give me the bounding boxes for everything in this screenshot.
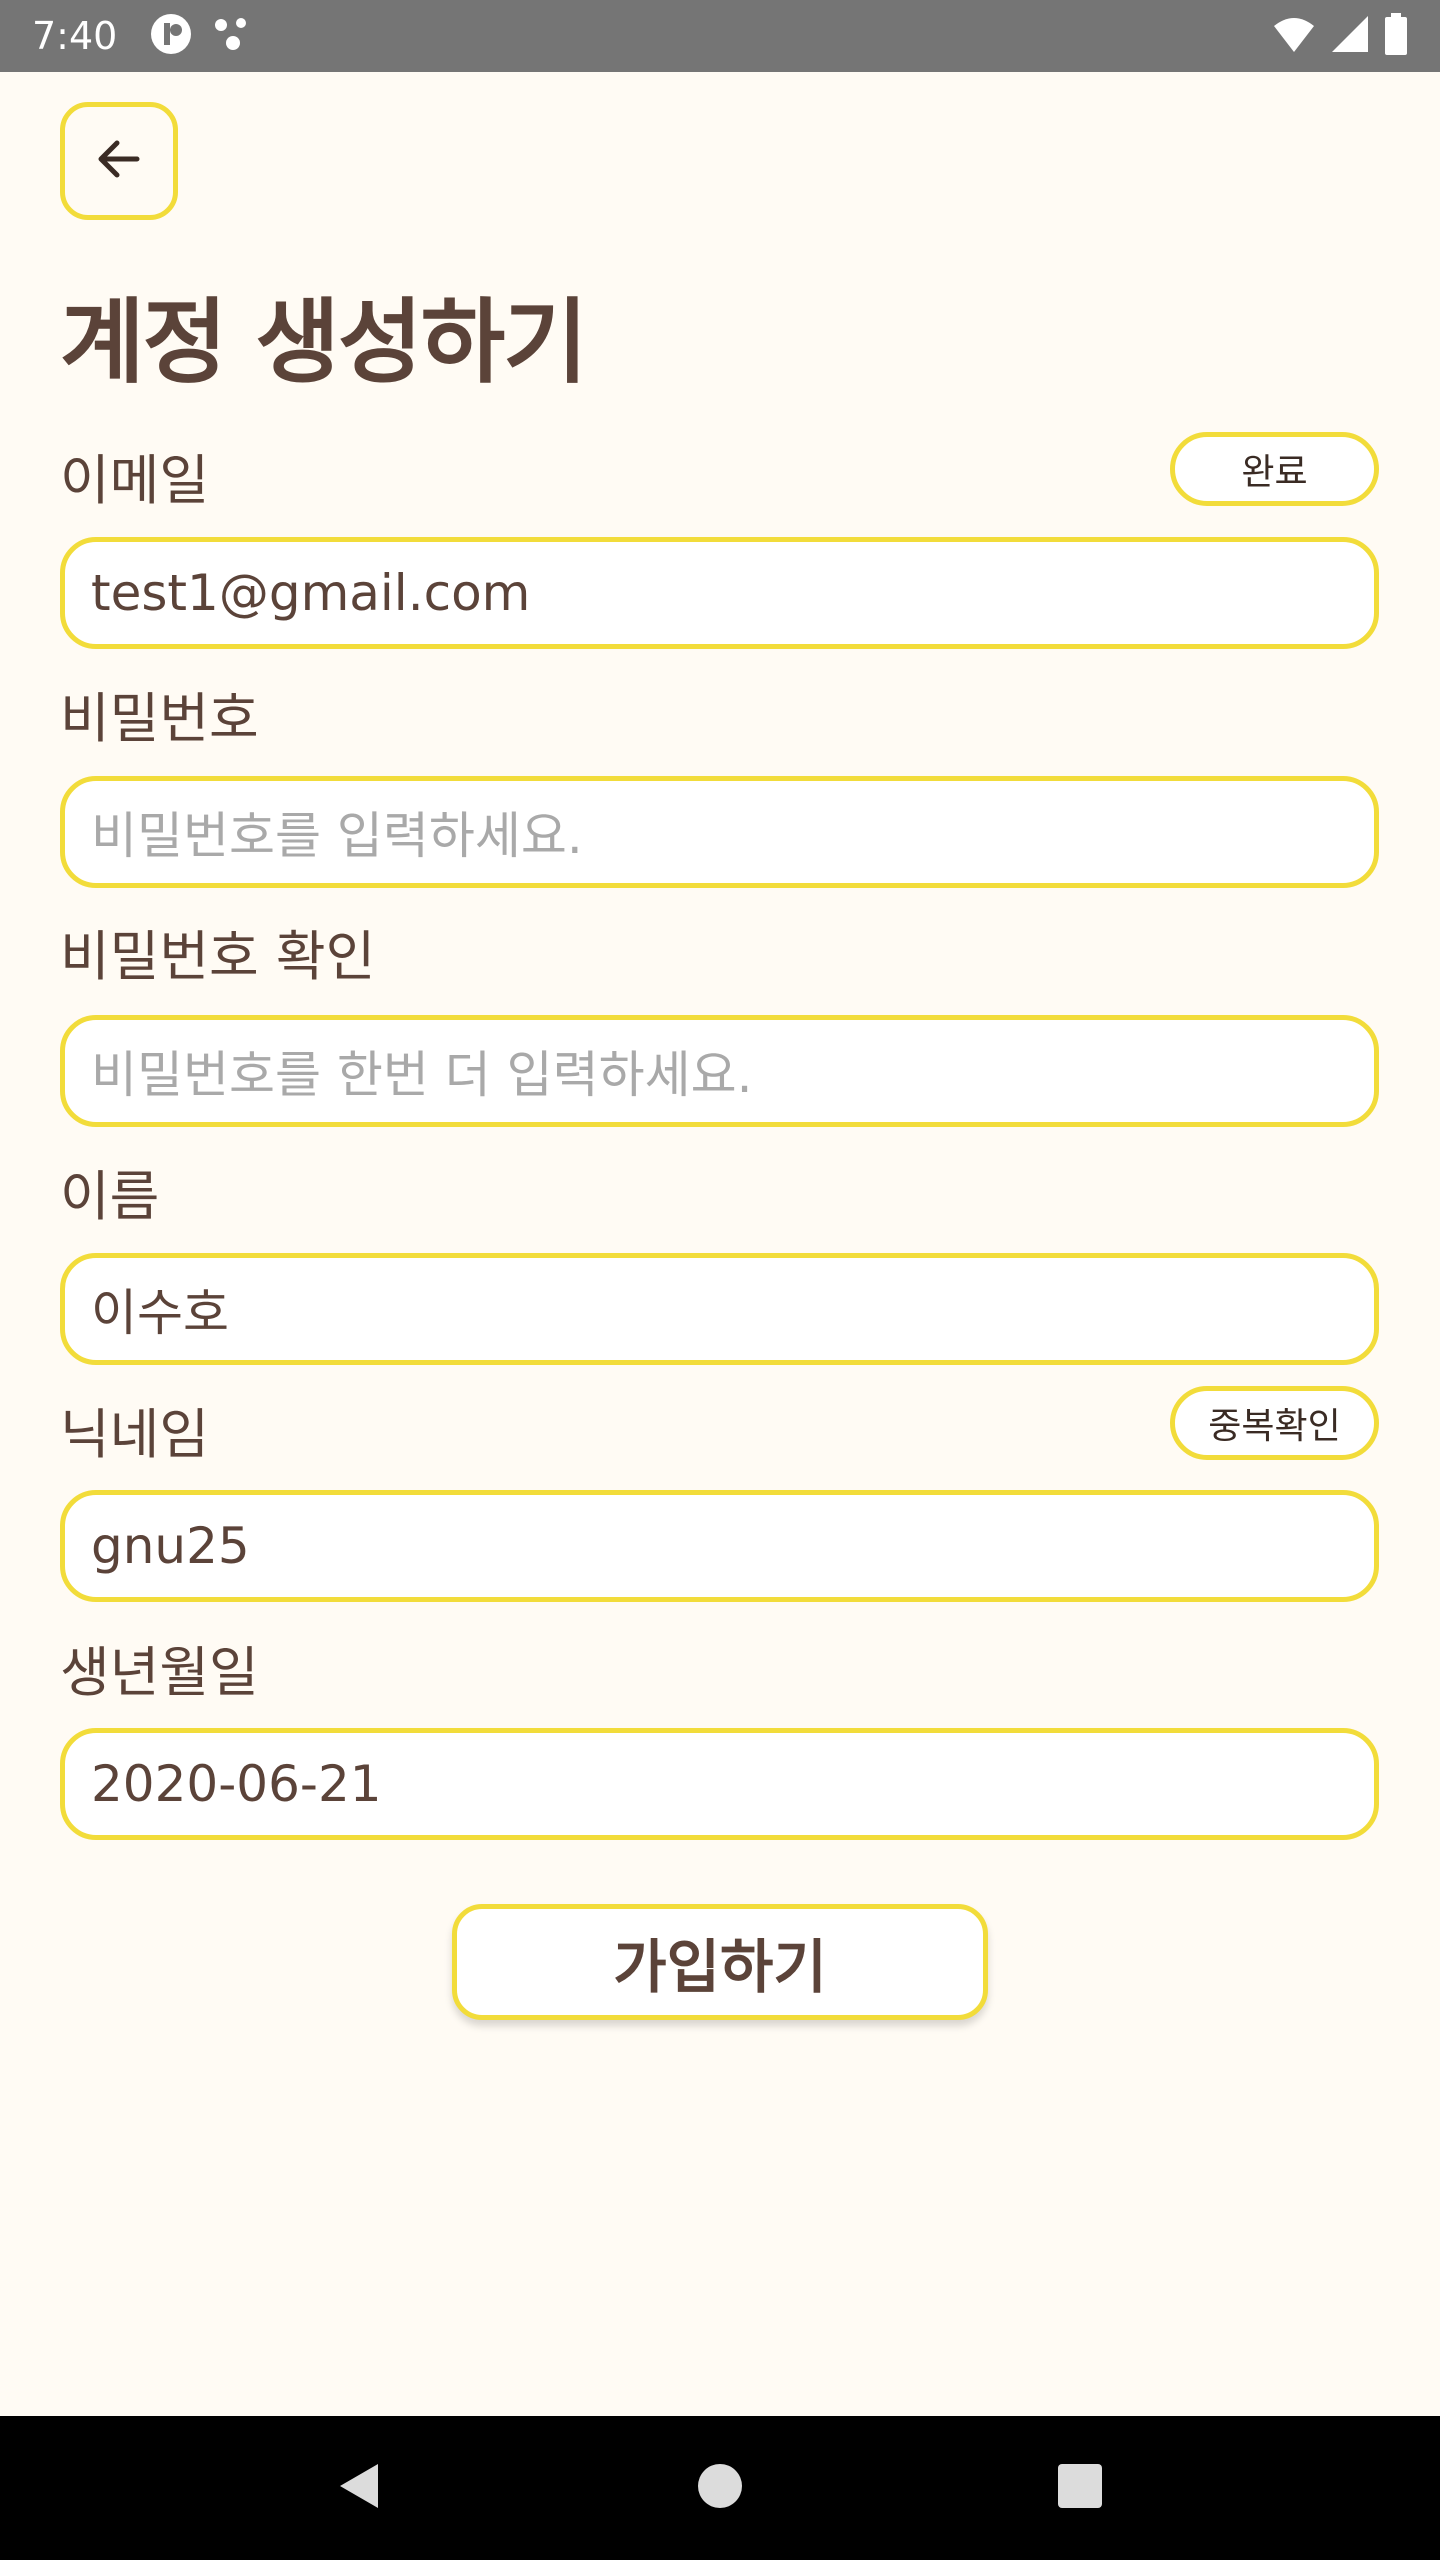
status-bar: 7:40 xyxy=(0,0,1440,72)
password-input[interactable]: 비밀번호를 입력하세요. xyxy=(60,776,1379,888)
password-label: 비밀번호 xyxy=(60,687,259,750)
wifi-icon xyxy=(1272,14,1316,58)
navigation-bar xyxy=(0,2416,1440,2560)
home-circle-icon xyxy=(696,2462,744,2514)
battery-icon xyxy=(1384,13,1408,59)
nav-back-button[interactable] xyxy=(315,2443,405,2533)
signal-icon xyxy=(1330,14,1370,58)
status-left-icons xyxy=(149,12,253,60)
back-button[interactable] xyxy=(60,102,178,220)
recents-square-icon xyxy=(1057,2463,1103,2513)
arrow-left-icon xyxy=(91,131,147,191)
app-notification-icon xyxy=(149,12,193,60)
email-input[interactable]: test1@gmail.com xyxy=(60,537,1379,649)
name-label: 이름 xyxy=(60,1165,160,1228)
nav-home-button[interactable] xyxy=(675,2443,765,2533)
dots-icon xyxy=(211,13,253,59)
password-confirm-label: 비밀번호 확인 xyxy=(60,925,376,988)
name-input[interactable]: 이수호 xyxy=(60,1253,1379,1365)
password-confirm-input[interactable]: 비밀번호를 한번 더 입력하세요. xyxy=(60,1015,1379,1127)
email-label: 이메일 xyxy=(60,449,210,512)
nav-recents-button[interactable] xyxy=(1035,2443,1125,2533)
birthdate-label: 생년월일 xyxy=(60,1641,259,1704)
page-title: 계정 생성하기 xyxy=(60,289,588,396)
birthdate-input[interactable]: 2020-06-21 xyxy=(60,1728,1379,1840)
status-right-icons xyxy=(1272,13,1408,59)
email-confirm-button[interactable]: 완료 xyxy=(1170,432,1379,506)
nickname-label: 닉네임 xyxy=(60,1403,210,1466)
signup-button[interactable]: 가입하기 xyxy=(452,1904,988,2020)
nickname-input[interactable]: gnu25 xyxy=(60,1490,1379,1602)
nickname-duplicate-check-button[interactable]: 중복확인 xyxy=(1170,1386,1379,1460)
back-triangle-icon xyxy=(336,2460,384,2516)
status-time: 7:40 xyxy=(32,14,118,58)
